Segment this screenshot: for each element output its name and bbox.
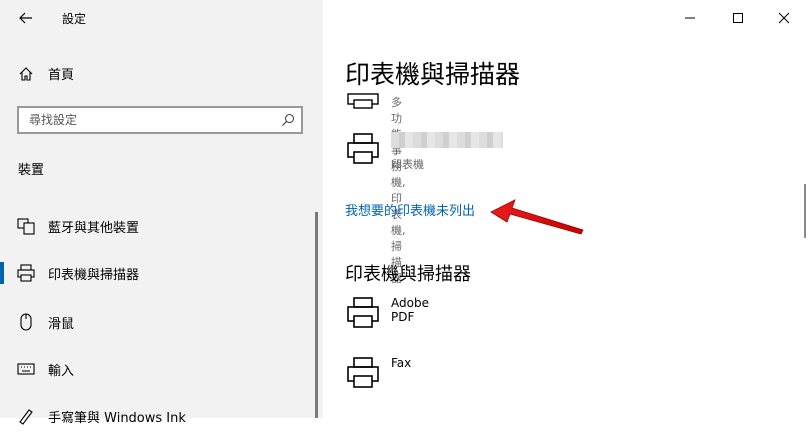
back-arrow-icon [19, 12, 32, 24]
sidebar-item-label: 輸入 [48, 363, 75, 379]
sidebar-item-pen[interactable]: 手寫筆與 Windows Ink [0, 396, 318, 436]
device-adobe-pdf[interactable]: Adobe PDF [345, 294, 429, 330]
app-title: 設定 [62, 12, 87, 26]
device-name: Adobe PDF [391, 296, 429, 324]
printer-icon [17, 264, 35, 282]
back-button[interactable] [14, 6, 38, 30]
home-label: 首頁 [48, 68, 75, 83]
pen-icon [19, 409, 33, 425]
device-fax[interactable]: Fax [345, 354, 411, 390]
sidebar-item-label: 滑鼠 [48, 316, 75, 332]
sidebar-scrollbar[interactable] [315, 212, 318, 418]
sidebar-item-mouse[interactable]: 滑鼠 [0, 302, 318, 342]
search-box[interactable] [17, 106, 303, 134]
sidebar-item-label: 藍牙與其他裝置 [48, 220, 140, 236]
minimize-button[interactable] [676, 6, 704, 30]
sidebar-item-printers-scanners[interactable]: 印表機與掃描器 [0, 253, 318, 293]
section-heading-devices: 裝置 [18, 163, 45, 178]
sidebar-item-label: 印表機與掃描器 [48, 267, 140, 283]
search-input[interactable] [19, 112, 281, 128]
close-icon [778, 12, 790, 24]
device-description: 多功能事務機, 印表機, 掃描器 [391, 96, 406, 285]
annotation-arrow-icon [490, 199, 584, 235]
keyboard-icon [17, 363, 35, 375]
device-multifunction[interactable]: 多功能事務機, 印表機, 掃描器 [345, 88, 406, 285]
maximize-button[interactable] [724, 6, 752, 30]
device-description: 印表機 [391, 158, 424, 171]
search-icon[interactable] [281, 113, 295, 127]
home-nav-item[interactable]: 首頁 [18, 64, 74, 83]
home-icon [19, 66, 33, 81]
maximize-icon [733, 13, 743, 23]
printer-not-listed-link[interactable]: 我想要的印表機未列出 [345, 200, 475, 219]
page-title: 印表機與掃描器 [345, 60, 521, 89]
sidebar: 設定 首頁 裝置 藍牙與其他裝置 印表機與掃描器 [0, 0, 323, 426]
printer-icon [347, 297, 379, 328]
close-button[interactable] [770, 6, 798, 30]
printers-section-heading: 印表機與掃描器 [345, 264, 471, 285]
printer-icon [347, 357, 379, 388]
blurred-device-name [391, 132, 503, 148]
sidebar-item-label: 手寫筆與 Windows Ink [48, 410, 186, 426]
sidebar-item-typing[interactable]: 輸入 [0, 349, 318, 389]
bluetooth-devices-icon [17, 218, 35, 235]
minimize-icon [685, 17, 695, 19]
printer-icon [347, 133, 379, 164]
main-scrollbar[interactable] [804, 184, 806, 238]
multifunction-printer-icon [347, 93, 379, 109]
device-printer-blurred[interactable]: 印表機 [345, 130, 503, 171]
device-name: Fax [391, 356, 412, 370]
mouse-icon [20, 313, 32, 331]
sidebar-item-bluetooth[interactable]: 藍牙與其他裝置 [0, 206, 318, 246]
